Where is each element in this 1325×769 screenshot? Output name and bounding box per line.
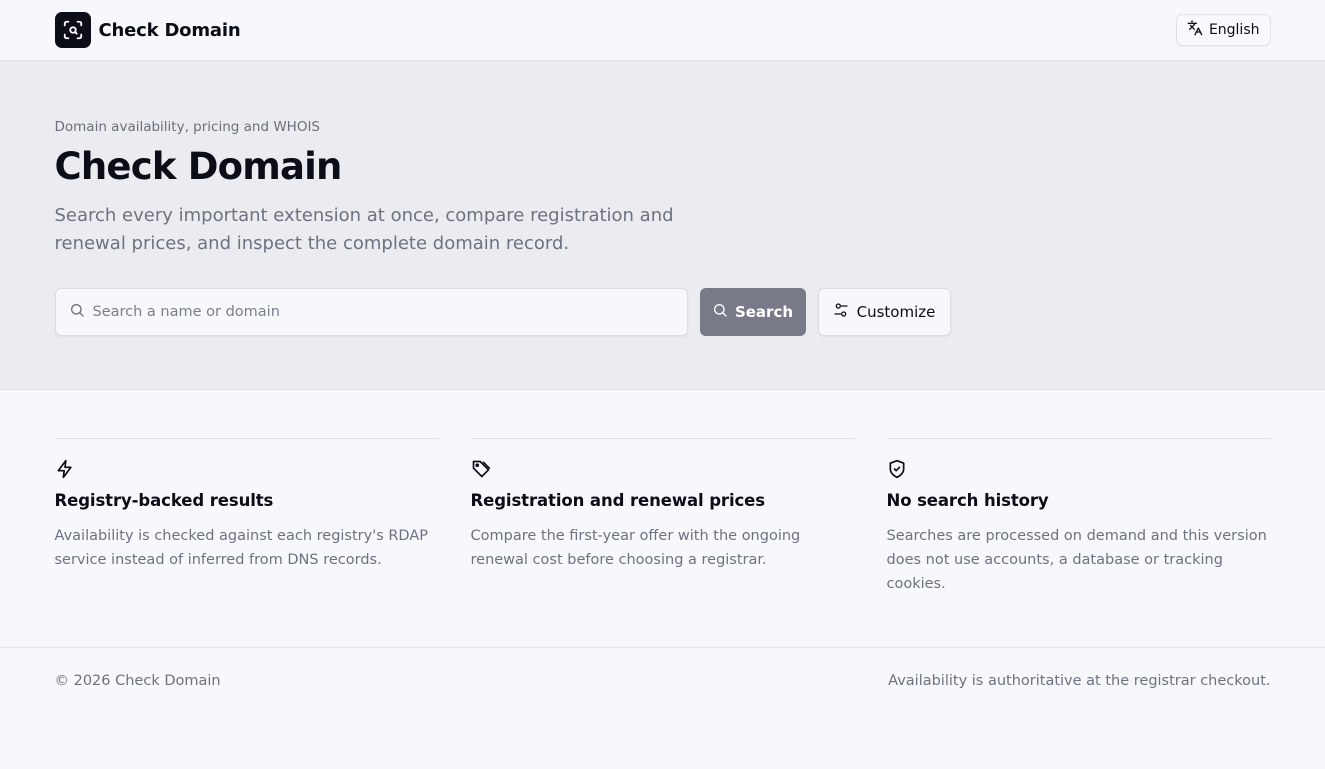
feature-title: Registration and renewal prices [470, 491, 766, 510]
translate-icon [1187, 20, 1203, 40]
copyright-text: © 2026 Check Domain [54, 673, 221, 689]
sliders-icon [833, 302, 849, 322]
customize-button[interactable]: Customize [817, 287, 951, 336]
hero-section: Domain availability, pricing and WHOIS C… [0, 61, 1325, 390]
customize-button-label: Customize [856, 302, 936, 321]
scan-search-icon [54, 12, 91, 48]
feature-description: Compare the first-year offer with the on… [470, 528, 801, 568]
search-field[interactable] [54, 287, 688, 336]
search-input[interactable] [92, 296, 653, 327]
zap-icon [55, 459, 75, 479]
feature-description: Searches are processed on demand and thi… [886, 528, 1267, 592]
brand-link[interactable]: Check Domain [54, 12, 241, 48]
feature-card: Registry-backed results Availability is … [54, 438, 439, 596]
search-button-label: Search [734, 302, 794, 321]
site-footer: © 2026 Check Domain Availability is auth… [0, 648, 1325, 689]
language-selector-button[interactable]: English [1175, 14, 1271, 46]
footer-note: Availability is authoritative at the reg… [888, 673, 1271, 689]
search-form: Search Customize [54, 287, 1271, 336]
feature-description: Availability is checked against each reg… [54, 528, 429, 568]
page-title: Check Domain [54, 145, 343, 188]
hero-eyebrow: Domain availability, pricing and WHOIS [54, 119, 321, 135]
search-button[interactable]: Search [699, 287, 806, 336]
language-label: English [1208, 22, 1260, 38]
hero-description: Search every important extension at once… [54, 204, 674, 254]
tag-icon [471, 459, 491, 479]
feature-card: Registration and renewal prices Compare … [470, 438, 855, 596]
brand-name: Check Domain [98, 19, 241, 41]
shield-check-icon [887, 459, 907, 479]
site-header: Check Domain English [0, 0, 1325, 61]
feature-title: No search history [886, 491, 1049, 510]
feature-card: No search history Searches are processed… [886, 438, 1271, 596]
feature-title: Registry-backed results [54, 491, 274, 510]
features-section: Registry-backed results Availability is … [0, 390, 1325, 648]
search-icon [69, 302, 85, 322]
search-icon [712, 302, 728, 322]
